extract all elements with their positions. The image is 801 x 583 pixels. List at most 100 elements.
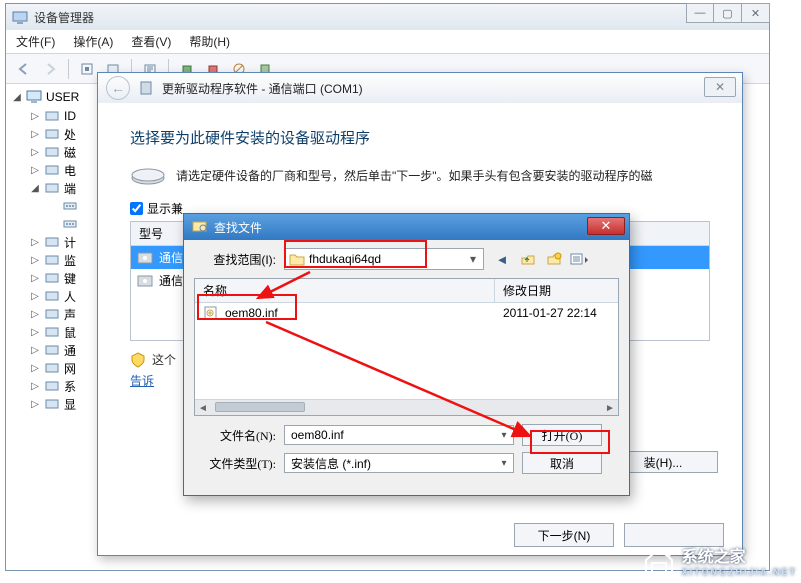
lookin-row: 查找范围(I): fhdukaqi64qd ▾ ◄ [184, 240, 629, 274]
maximize-button[interactable]: ▢ [714, 3, 742, 23]
tree-item-label: 监 [64, 252, 76, 269]
expander-icon[interactable]: ▷ [30, 255, 40, 266]
close-button[interactable]: ✕ [742, 3, 770, 23]
menu-file[interactable]: 文件(F) [16, 33, 55, 50]
watermark-brand: 系统之家 [682, 549, 746, 566]
device-category-icon [44, 235, 60, 249]
lookin-value: fhdukaqi64qd [309, 252, 381, 266]
computer-icon [26, 90, 42, 104]
expander-icon[interactable]: ▷ [30, 129, 40, 140]
tree-item-label: 人 [64, 288, 76, 305]
lookin-combo[interactable]: fhdukaqi64qd ▾ [284, 248, 484, 270]
expander-icon[interactable]: ▷ [30, 111, 40, 122]
tree-item-label: 端 [64, 180, 76, 197]
col-date[interactable]: 修改日期 [495, 279, 618, 302]
file-date-cell: 2011-01-27 22:14 [495, 303, 618, 323]
menu-help[interactable]: 帮助(H) [189, 33, 230, 50]
file-dialog-title: 查找文件 [214, 219, 262, 236]
device-category-icon [44, 127, 60, 141]
expander-icon[interactable]: ▷ [30, 381, 40, 392]
expander-icon[interactable]: ▷ [30, 237, 40, 248]
chevron-down-icon[interactable]: ▾ [497, 428, 511, 442]
model-row-label: 通信 [159, 249, 183, 266]
expander-icon[interactable]: ▷ [30, 165, 40, 176]
file-dialog-close-button[interactable]: ✕ [587, 217, 625, 235]
file-cancel-button[interactable]: 取消 [522, 452, 602, 474]
minimize-button[interactable]: — [686, 3, 714, 23]
expander-icon[interactable]: ◢ [30, 183, 40, 194]
disk-icon [130, 164, 166, 186]
device-category-icon [44, 145, 60, 159]
scroll-right-icon[interactable]: ► [602, 400, 618, 416]
nav-viewmenu-icon[interactable] [570, 249, 590, 269]
show-compat-input[interactable] [130, 202, 143, 215]
watermark: 系统之家 XITONGZHIJIA.NET [642, 543, 797, 577]
chevron-down-icon[interactable]: ▾ [497, 456, 511, 470]
next-button[interactable]: 下一步(N) [514, 523, 614, 547]
wizard-heading: 选择要为此硬件安装的设备驱动程序 [130, 127, 710, 148]
chevron-down-icon[interactable]: ▾ [465, 251, 481, 267]
expander-icon[interactable]: ▷ [30, 327, 40, 338]
wizard-instruction-text: 请选定硬件设备的厂商和型号，然后单击"下一步"。如果手头有包含要安装的驱动程序的… [176, 167, 653, 184]
toolbar-forward-icon[interactable] [38, 57, 62, 81]
shield-icon [130, 352, 146, 368]
titlebar: 设备管理器 — ▢ ✕ [6, 4, 769, 30]
tree-item-label: 网 [64, 360, 76, 377]
nav-newfolder-icon[interactable] [544, 249, 564, 269]
toolbar-back-icon[interactable] [12, 57, 36, 81]
tree-item-label: 磁 [64, 144, 76, 161]
tree-item-label: 显 [64, 396, 76, 413]
filename-input[interactable]: oem80.inf ▾ [284, 425, 514, 445]
device-category-icon [44, 253, 60, 267]
file-name-cell: oem80.inf [225, 306, 278, 320]
expander-icon[interactable]: ▷ [30, 345, 40, 356]
tree-item-label: 电 [64, 162, 76, 179]
tree-item-label: 计 [64, 234, 76, 251]
file-bottom: 文件名(N): oem80.inf ▾ 打开(O) 文件类型(T): 安装信息 … [184, 420, 629, 484]
tell-me-why-link[interactable]: 告诉 [130, 372, 154, 389]
expander-icon[interactable]: ▷ [30, 399, 40, 410]
device-category-icon [44, 361, 60, 375]
menu-action[interactable]: 操作(A) [73, 33, 113, 50]
expander-icon[interactable]: ▷ [30, 309, 40, 320]
wizard-close-button[interactable]: ✕ [704, 77, 736, 97]
file-list-row[interactable]: oem80.inf 2011-01-27 22:14 [195, 303, 618, 323]
filetype-value: 安装信息 (*.inf) [291, 455, 371, 472]
horizontal-scrollbar[interactable]: ◄ ► [195, 399, 618, 415]
toolbar-scan-icon[interactable] [75, 57, 99, 81]
collapse-icon[interactable]: ◢ [12, 92, 22, 103]
wizard-title: 更新驱动程序软件 - 通信端口 (COM1) [162, 80, 363, 97]
filetype-combo[interactable]: 安装信息 (*.inf) ▾ [284, 453, 514, 473]
tree-item-label: 键 [64, 270, 76, 287]
col-name[interactable]: 名称 [195, 279, 495, 302]
file-list[interactable]: 名称 修改日期 oem80.inf 2011-01-27 22:14 ◄ ► [194, 278, 619, 416]
device-category-icon [44, 109, 60, 123]
expander-icon[interactable]: ▷ [30, 147, 40, 158]
port-icon [62, 199, 78, 213]
device-category-icon [44, 343, 60, 357]
menu-view[interactable]: 查看(V) [131, 33, 171, 50]
expander-icon[interactable]: ▷ [30, 273, 40, 284]
device-category-icon [44, 163, 60, 177]
tree-item-label: ID [64, 109, 76, 123]
inf-file-icon [203, 306, 219, 320]
open-button[interactable]: 打开(O) [522, 424, 602, 446]
tree-item-label: 声 [64, 306, 76, 323]
watermark-logo-icon [642, 545, 676, 575]
tree-root-label: USER [46, 90, 79, 104]
scroll-left-icon[interactable]: ◄ [195, 400, 211, 416]
tree-item-label: 鼠 [64, 324, 76, 341]
lookin-label: 查找范围(I): [194, 251, 276, 268]
cert-text: 这个 [152, 351, 176, 368]
device-category-icon [44, 289, 60, 303]
menubar: 文件(F) 操作(A) 查看(V) 帮助(H) [6, 30, 769, 54]
nav-back-icon[interactable]: ◄ [492, 249, 512, 269]
scroll-thumb[interactable] [215, 402, 305, 412]
expander-icon[interactable]: ▷ [30, 291, 40, 302]
device-icon [138, 80, 154, 96]
expander-icon[interactable]: ▷ [30, 363, 40, 374]
nav-up-icon[interactable] [518, 249, 538, 269]
filetype-label: 文件类型(T): [194, 455, 276, 472]
wizard-back-button[interactable]: ← [106, 76, 130, 100]
folder-search-icon [192, 219, 208, 236]
